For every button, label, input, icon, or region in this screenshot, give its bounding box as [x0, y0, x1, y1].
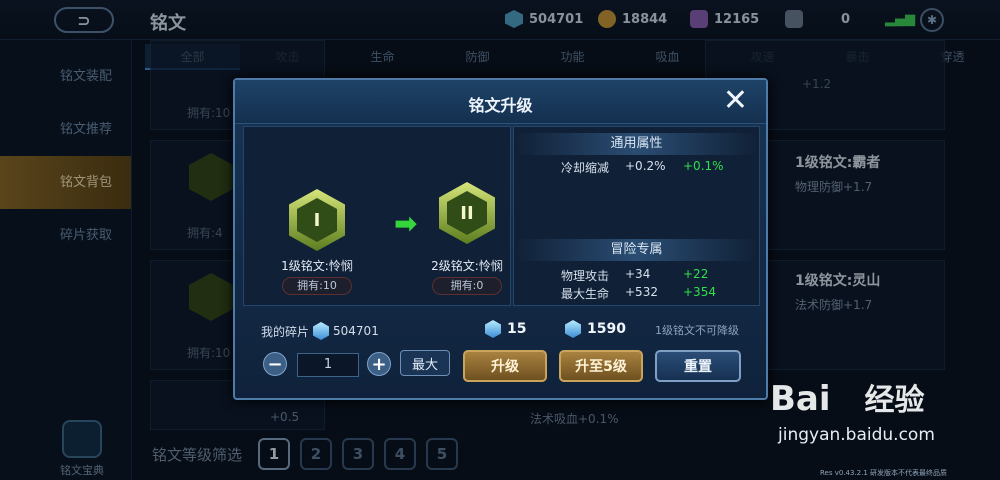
close-icon[interactable]: ✕	[723, 86, 748, 116]
from-rune-name: 1级铭文:怜悯	[281, 259, 353, 273]
upgrade-to-5-button[interactable]: 升至5级	[559, 350, 643, 382]
attr-row: 物理攻击 +34 +22	[561, 267, 709, 283]
max-button[interactable]: 最大	[400, 350, 450, 376]
rune-level2-icon: II	[439, 182, 495, 244]
upgrade-controls: 我的碎片 504701 15 1590 1级铭文不可降级 − 1 + 最大 升级…	[235, 310, 766, 400]
right-arrow-icon: ➡	[394, 207, 418, 240]
general-attr-header: 通用属性	[514, 133, 759, 155]
rune-compare-panel: I ➡ II 1级铭文:怜悯 2级铭文:怜悯 拥有:10 拥有:0	[243, 126, 511, 306]
baidu-watermark: Bai 经验 jingyan.baidu.com	[770, 375, 995, 460]
cost-total: 1590	[565, 320, 626, 338]
to-rune-name: 2级铭文:怜悯	[431, 259, 503, 273]
baidu-logo: Bai 经验	[770, 379, 925, 419]
watermark-url: jingyan.baidu.com	[778, 425, 935, 445]
attr-row: 冷却缩减 +0.2% +0.1%	[561, 159, 724, 175]
minus-button[interactable]: −	[263, 352, 287, 376]
fragment-crystal-icon	[565, 320, 581, 338]
version-footnote: Res v0.43.2.1 研发版本不代表最终品质	[820, 469, 948, 477]
attr-row: 最大生命 +532 +354	[561, 285, 716, 301]
attribute-panel: 通用属性 冷却缩减 +0.2% +0.1% 冒险专属 物理攻击 +34 +22 …	[513, 126, 760, 306]
reset-button[interactable]: 重置	[655, 350, 741, 382]
plus-button[interactable]: +	[367, 352, 391, 376]
fragment-crystal-icon	[313, 322, 330, 340]
my-fragments: 我的碎片 504701	[261, 322, 379, 340]
quantity-input[interactable]: 1	[297, 353, 359, 377]
fragment-crystal-icon	[485, 320, 501, 338]
from-rune-owned: 拥有:10	[282, 277, 352, 295]
dialog-title: 铭文升级	[468, 96, 533, 115]
rune-level1-icon: I	[289, 189, 345, 251]
upgrade-button[interactable]: 升级	[463, 350, 547, 382]
adventure-attr-header: 冒险专属	[514, 239, 759, 261]
to-rune-owned: 拥有:0	[432, 277, 502, 295]
dialog-header: 铭文升级 ✕	[235, 80, 766, 124]
cost-fragments: 15	[485, 320, 526, 338]
no-downgrade-note: 1级铭文不可降级	[655, 324, 739, 337]
rune-upgrade-dialog: 铭文升级 ✕ I ➡ II 1级铭文:怜悯 2级铭文:怜悯 拥有:10 拥有:0…	[233, 78, 768, 400]
